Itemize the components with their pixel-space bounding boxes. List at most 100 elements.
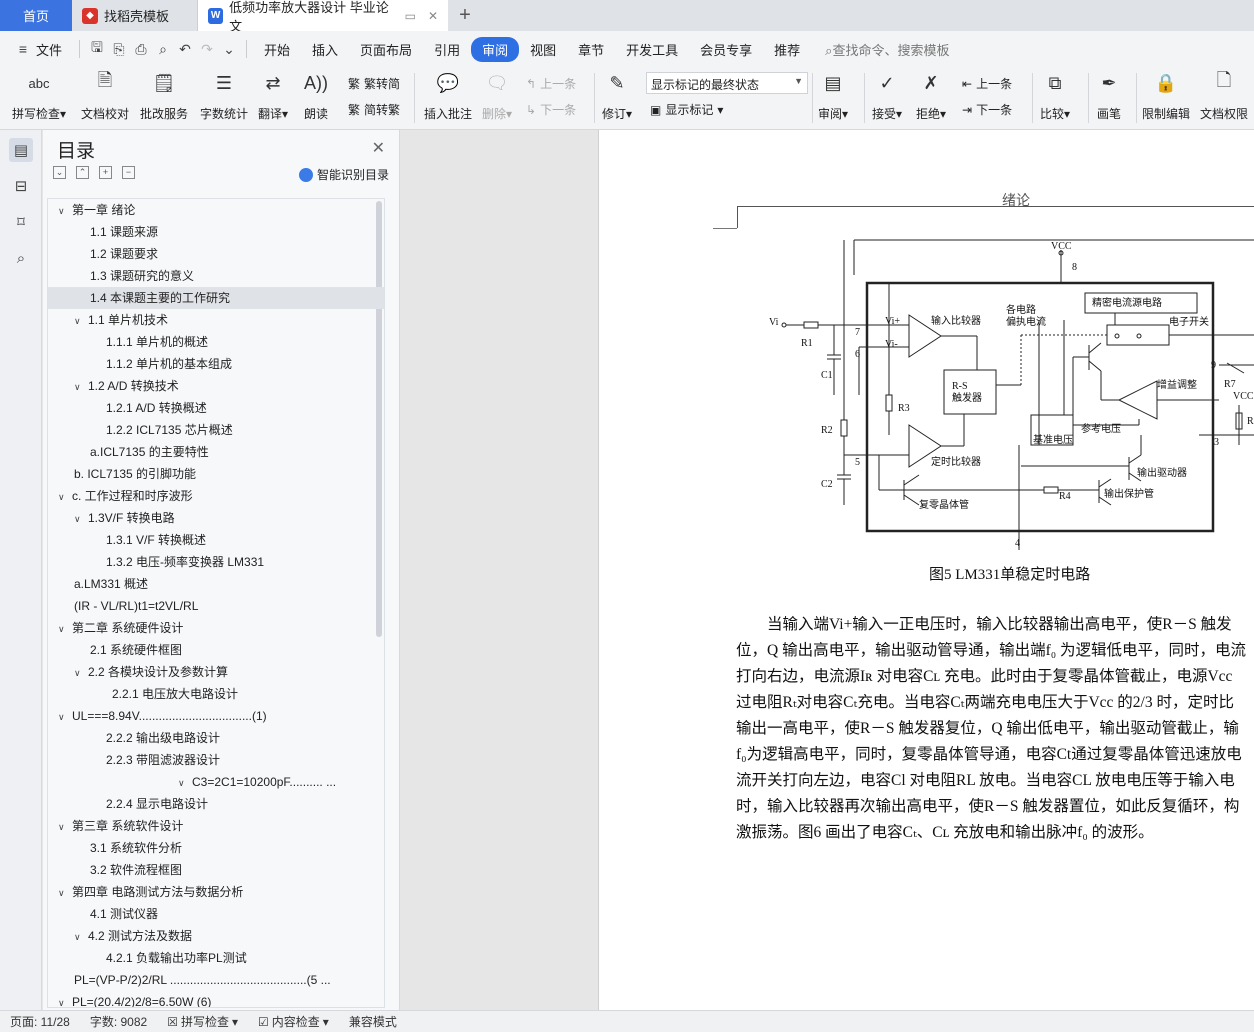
chevron-down-icon[interactable]: ∨ xyxy=(58,486,72,507)
toc-item[interactable]: 2.1 系统硬件框图 xyxy=(48,639,384,661)
tab-template[interactable]: ◆ 找稻壳模板 xyxy=(72,0,198,31)
toc-item[interactable]: ∨ 第四章 电路测试方法与数据分析 xyxy=(48,881,384,903)
toc-item[interactable]: ∨ 第三章 系统软件设计 xyxy=(48,815,384,837)
chevron-down-icon[interactable]: ∨ xyxy=(58,882,72,903)
next-comment-button[interactable]: ↳ 下一条 xyxy=(526,101,576,118)
menu-item-dev-tools[interactable]: 开发工具 xyxy=(615,37,689,62)
content-check-status[interactable]: ☑ 内容检查 ▾ xyxy=(248,1013,339,1030)
prev-change-button[interactable]: ⇤ 上一条 xyxy=(962,75,1012,92)
chevron-down-icon[interactable]: ∨ xyxy=(58,618,72,639)
toc-item[interactable]: a.LM331 概述 xyxy=(48,573,384,595)
toc-item[interactable]: 1.4 本课题主要的工作研究 xyxy=(48,287,384,309)
toc-item[interactable]: 1.1.2 单片机的基本组成 xyxy=(48,353,384,375)
restrict-edit-button[interactable]: 🔒 限制编辑 xyxy=(1142,69,1190,122)
toc-item[interactable]: 3.1 系统软件分析 xyxy=(48,837,384,859)
toc-item[interactable]: (IR - VL/RL)t1=t2VL/RL xyxy=(48,595,384,617)
toc-item[interactable]: 1.3.1 V/F 转换概述 xyxy=(48,529,384,551)
chevron-down-icon[interactable]: ∨ xyxy=(58,200,72,221)
toc-item[interactable]: 1.2 课题要求 xyxy=(48,243,384,265)
remove-heading-icon[interactable]: − xyxy=(122,166,135,179)
navigation-icon[interactable]: ⊟ xyxy=(9,174,33,198)
menu-item-insert[interactable]: 插入 xyxy=(301,37,349,62)
batch-service-button[interactable]: 🗒 批改服务 xyxy=(140,69,188,122)
chevron-down-icon[interactable]: ∨ xyxy=(74,508,88,529)
toc-item[interactable]: 3.2 软件流程框图 xyxy=(48,859,384,881)
toc-item[interactable]: 2.2.4 显示电路设计 xyxy=(48,793,384,815)
doc-permission-button[interactable]: 🗋 文档权限 xyxy=(1200,69,1248,122)
toc-item[interactable]: 1.2.2 ICL7135 芯片概述 xyxy=(48,419,384,441)
word-count-indicator[interactable]: 字数: 9082 xyxy=(80,1013,157,1030)
chevron-down-icon[interactable]: ∨ xyxy=(58,706,72,727)
new-tab-button[interactable]: + xyxy=(448,0,482,31)
undo-icon[interactable]: ↶ xyxy=(174,39,196,59)
hamburger-menu-icon[interactable]: ≡ xyxy=(12,39,34,59)
toc-item[interactable]: PL=(VP-P/2)2/RL ........................… xyxy=(48,969,384,991)
preview-icon[interactable]: ⌕ xyxy=(152,39,174,59)
toc-item[interactable]: ∨ 2.2 各模块设计及参数计算 xyxy=(48,661,384,683)
toc-item[interactable]: ∨ C3=2C1=10200pF.......... ... xyxy=(48,771,384,793)
chevron-down-icon[interactable]: ∨ xyxy=(74,926,88,947)
export-icon[interactable]: ⎘ xyxy=(108,39,130,59)
toc-item[interactable]: ∨ 1.1 单片机技术 xyxy=(48,309,384,331)
toc-item[interactable]: 2.2.2 输出级电路设计 xyxy=(48,727,384,749)
menu-file[interactable]: 文件 xyxy=(34,37,73,62)
collapse-all-icon[interactable]: ⌃ xyxy=(76,166,89,179)
next-change-button[interactable]: ⇥ 下一条 xyxy=(962,101,1012,118)
toc-item[interactable]: ∨ 1.3V/F 转换电路 xyxy=(48,507,384,529)
toc-item[interactable]: ∨ PL=(20.4/2)2/8=6.50W (6) xyxy=(48,991,384,1007)
spell-check-button[interactable]: abc 拼写检查▾ xyxy=(12,69,66,122)
toc-item[interactable]: ∨ UL===8.94V.............................… xyxy=(48,705,384,727)
toc-item[interactable]: 1.3.2 电压-频率变换器 LM331 xyxy=(48,551,384,573)
toc-item[interactable]: ∨ 4.2 测试方法及数据 xyxy=(48,925,384,947)
chevron-down-icon[interactable]: ∨ xyxy=(74,310,88,331)
accept-button[interactable]: ✓ 接受▾ xyxy=(872,69,902,122)
toc-item[interactable]: a.ICL7135 的主要特性 xyxy=(48,441,384,463)
reject-button[interactable]: ✗ 拒绝▾ xyxy=(916,69,946,122)
quick-access-dropdown-icon[interactable]: ⌄ xyxy=(218,39,240,59)
document-page[interactable]: 绪论 VCC 8 Vi R1 7 6 Vi+ Vi- 输入比较器 各电路 偏执电… xyxy=(598,130,1254,1010)
menu-item-home[interactable]: 开始 xyxy=(253,37,301,62)
toc-item[interactable]: 1.2.1 A/D 转换概述 xyxy=(48,397,384,419)
bookmark-icon[interactable]: ⌑ xyxy=(9,210,33,234)
pen-button[interactable]: ✒ 画笔 xyxy=(1096,69,1122,122)
toc-item[interactable]: 1.1.1 单片机的概述 xyxy=(48,331,384,353)
toc-panel-icon[interactable]: ▤ xyxy=(9,138,33,162)
menu-item-chapter[interactable]: 章节 xyxy=(567,37,615,62)
toc-item[interactable]: ∨ 第一章 绪论 xyxy=(48,199,384,221)
redo-icon[interactable]: ↷ xyxy=(196,39,218,59)
search-icon[interactable]: ⌕ xyxy=(9,246,33,270)
spell-check-status[interactable]: ☒ 拼写检查 ▾ xyxy=(157,1013,248,1030)
translate-button[interactable]: ⇄ 翻译▾ xyxy=(258,69,288,122)
chevron-down-icon[interactable]: ∨ xyxy=(58,816,72,837)
read-aloud-button[interactable]: A)) 朗读 xyxy=(303,69,329,122)
command-search[interactable]: ⌕查找命令、搜索模板 xyxy=(825,40,949,59)
toc-item[interactable]: ∨ c. 工作过程和时序波形 xyxy=(48,485,384,507)
add-heading-icon[interactable]: + xyxy=(99,166,112,179)
prev-comment-button[interactable]: ↰ 上一条 xyxy=(526,75,576,92)
chevron-down-icon[interactable]: ∨ xyxy=(74,376,88,397)
toc-item[interactable]: ∨ 1.2 A/D 转换技术 xyxy=(48,375,384,397)
menu-item-recommend[interactable]: 推荐 xyxy=(763,37,811,62)
chevron-down-icon[interactable]: ∨ xyxy=(58,992,72,1007)
toc-item[interactable]: 4.2.1 负载输出功率PL测试 xyxy=(48,947,384,969)
toc-item[interactable]: 2.2.3 带阻滤波器设计 xyxy=(48,749,384,771)
review-pane-button[interactable]: ▤ 审阅▾ xyxy=(818,69,848,122)
save-icon[interactable]: 🖫 xyxy=(86,39,108,59)
page-indicator[interactable]: 页面: 11/28 xyxy=(0,1013,80,1030)
screen-icon[interactable]: ▭ xyxy=(405,9,416,23)
tab-home[interactable]: 首页 xyxy=(0,0,72,31)
menu-item-review[interactable]: 审阅 xyxy=(471,36,520,62)
toc-item[interactable]: 1.1 课题来源 xyxy=(48,221,384,243)
toc-item[interactable]: 4.1 测试仪器 xyxy=(48,903,384,925)
markup-state-select[interactable]: 显示标记的最终状态 ▼ xyxy=(646,72,808,94)
doc-check-button[interactable]: 🗎 文档校对 xyxy=(81,69,129,122)
track-changes-button[interactable]: ✎ 修订▾ xyxy=(602,69,632,122)
smart-toc-button[interactable]: 智能识别目录 xyxy=(298,166,389,183)
close-icon[interactable]: ✕ xyxy=(372,138,385,158)
simp-to-trad-button[interactable]: 繁简转繁 xyxy=(348,101,400,118)
chevron-down-icon[interactable]: ∨ xyxy=(74,662,88,683)
menu-item-view[interactable]: 视图 xyxy=(519,37,567,62)
chevron-down-icon[interactable]: ∨ xyxy=(178,772,192,793)
toc-item[interactable]: 1.3 课题研究的意义 xyxy=(48,265,384,287)
menu-item-member[interactable]: 会员专享 xyxy=(689,37,763,62)
